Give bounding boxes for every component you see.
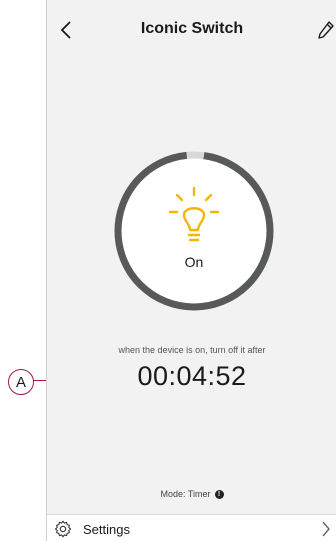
page-title: Iconic Switch <box>140 20 244 37</box>
lightbulb-icon <box>168 186 220 242</box>
chevron-left-icon <box>60 21 71 39</box>
mode-row: Mode: Timer! <box>47 489 336 500</box>
settings-label: Settings <box>83 522 130 537</box>
gear-icon <box>54 520 72 538</box>
edit-button[interactable] <box>315 18 336 42</box>
switch-state-label: On <box>184 254 204 270</box>
mode-label: Mode: Timer <box>160 489 211 499</box>
switch-dial[interactable]: On <box>114 151 274 311</box>
pencil-icon <box>318 21 334 39</box>
settings-row[interactable]: Settings <box>47 514 336 541</box>
dial-center: On <box>114 151 274 311</box>
countdown-timer[interactable]: 00:04:52 <box>47 361 336 392</box>
back-button[interactable] <box>55 16 77 44</box>
phone-screen: Iconic Switch On when the device is on, … <box>46 0 336 541</box>
timer-hint: when the device is on, turn off it after <box>118 345 266 355</box>
top-bar: Iconic Switch <box>47 0 336 62</box>
chevron-right-icon <box>322 521 330 537</box>
screen: A Iconic Switch On when the device is on… <box>0 0 336 541</box>
info-icon[interactable]: ! <box>214 490 224 500</box>
callout-marker: A <box>8 369 34 395</box>
callout-label: A <box>15 373 26 391</box>
